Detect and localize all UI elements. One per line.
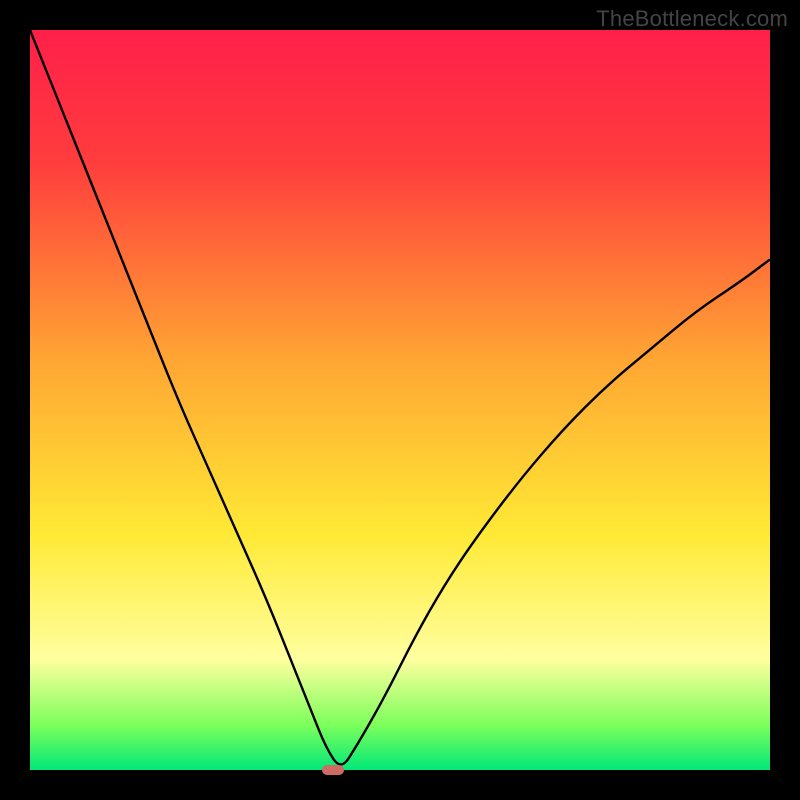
plot-area	[30, 30, 770, 770]
watermark-text: TheBottleneck.com	[596, 6, 788, 32]
chart-stage: TheBottleneck.com	[0, 0, 800, 800]
bottleneck-curve-path	[30, 30, 770, 764]
bottleneck-curve	[30, 30, 770, 770]
optimal-point-marker	[322, 765, 344, 775]
